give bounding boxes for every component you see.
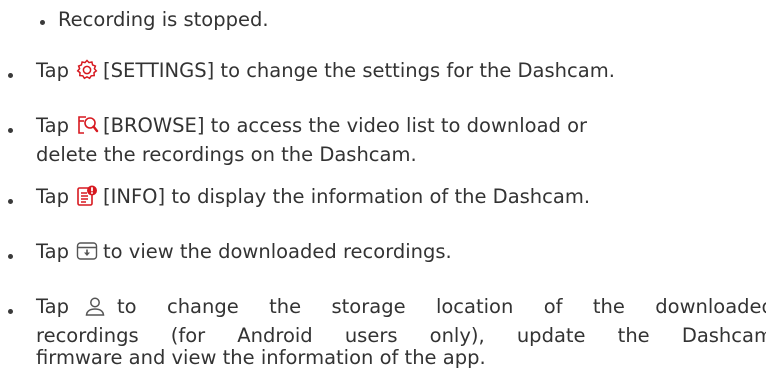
- word: storage: [331, 295, 406, 318]
- word: downloaded: [655, 295, 766, 318]
- bullet: [8, 199, 13, 204]
- word: Dashcam: [681, 324, 766, 347]
- word: update: [516, 324, 586, 347]
- tap-label: Tap: [36, 295, 70, 318]
- tap-label: Tap: [36, 240, 70, 263]
- word: the: [592, 295, 625, 318]
- user-text-line1: to change the storage location of the downloade…: [117, 292, 766, 321]
- settings-text: [SETTINGS] to change the settings for th…: [103, 59, 615, 82]
- downloads-icon: [75, 239, 99, 263]
- tap-label: Tap: [36, 114, 70, 137]
- word: location: [435, 295, 514, 318]
- bullet: [8, 309, 13, 314]
- bullet: [8, 254, 13, 259]
- word: change: [166, 295, 239, 318]
- word: of: [543, 295, 563, 318]
- info-text: [INFO] to display the information of the…: [103, 185, 591, 208]
- word: the: [617, 324, 650, 347]
- bullet: [8, 128, 13, 133]
- word: the: [269, 295, 302, 318]
- word: to: [117, 295, 137, 318]
- tap-label: Tap: [36, 185, 70, 208]
- settings-icon: [75, 58, 99, 82]
- browse-text-line1: [BROWSE] to access the video list to dow…: [103, 114, 588, 137]
- info-icon: [75, 184, 99, 208]
- user-text-line3: firmware and view the information of the…: [36, 346, 486, 369]
- downloads-text: to view the downloaded recordings.: [103, 240, 452, 263]
- tap-label: Tap: [36, 59, 70, 82]
- browse-icon: [75, 113, 99, 137]
- user-icon: [83, 295, 107, 319]
- item-text: Recording is stopped.: [58, 8, 269, 31]
- sub-bullet: [40, 20, 45, 25]
- browse-text-line2: delete the recordings on the Dashcam.: [36, 143, 417, 166]
- bullet: [8, 73, 13, 78]
